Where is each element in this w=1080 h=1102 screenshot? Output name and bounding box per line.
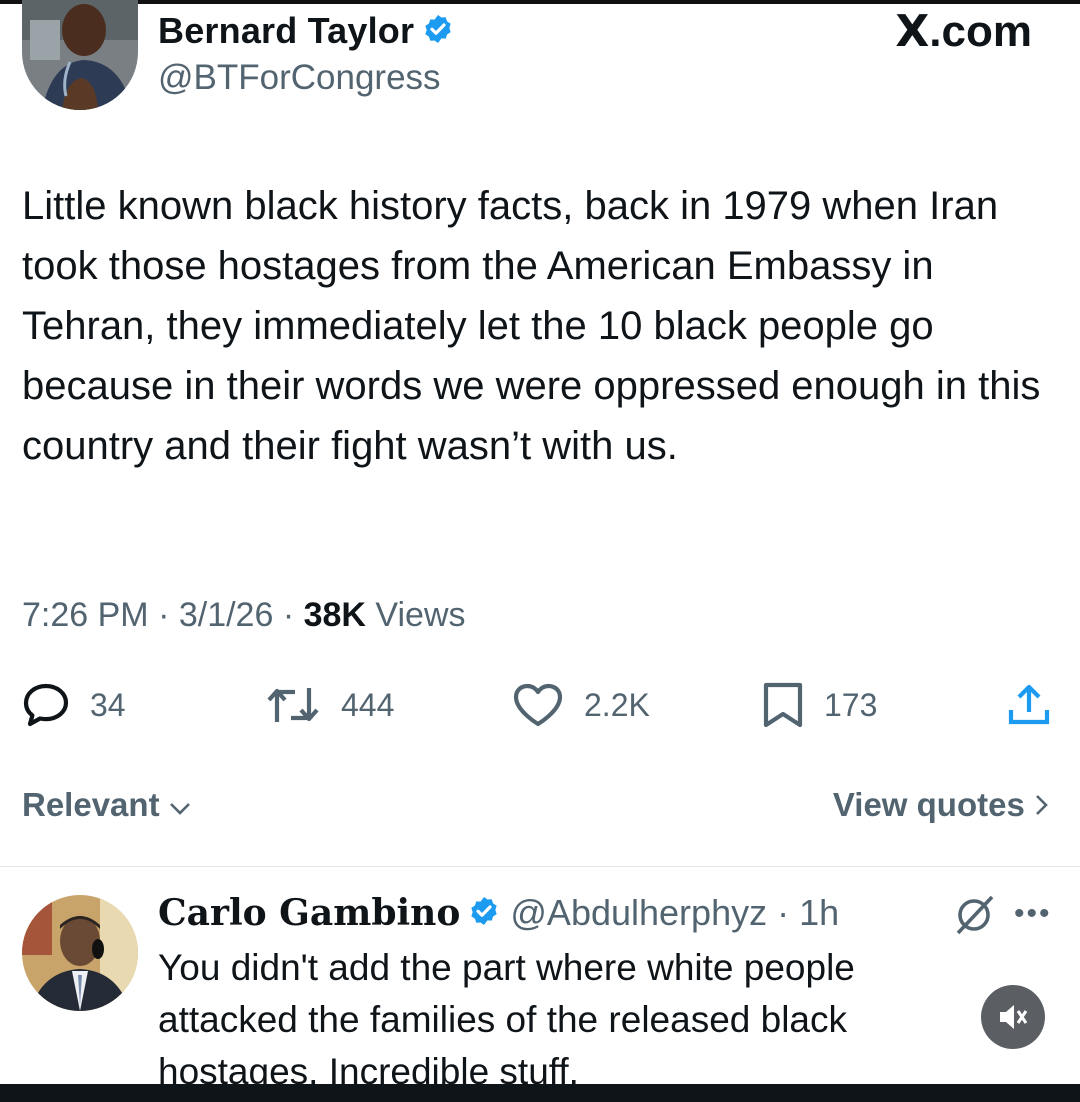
more-dots-icon[interactable]: ••• (1014, 897, 1052, 931)
top-edge-line (0, 0, 1080, 4)
like-count: 2.2K (584, 686, 650, 723)
reply-avatar[interactable] (22, 895, 138, 1011)
chevron-down-icon (169, 786, 191, 823)
reply-text: You didn't add the part where white peop… (158, 947, 855, 1092)
repost-button[interactable]: 444 (265, 680, 394, 730)
like-button[interactable]: 2.2K (512, 680, 650, 730)
tweet-meta: 7:26 PM · 3/1/26 · 38K Views (22, 596, 466, 634)
site-brand: X.com (895, 6, 1032, 57)
reply-age[interactable]: 1h (799, 892, 839, 933)
reply-bubble-icon (23, 683, 69, 727)
author-name[interactable]: Bernard Taylor (158, 10, 454, 54)
brand-suffix: .com (929, 7, 1032, 56)
reply-handle[interactable]: @Abdulherphyz (510, 892, 767, 933)
reply-author-name[interactable]: Carlo Gambino (158, 892, 460, 934)
reply-header: Carlo Gambino @Abdulherphyz · 1h (158, 892, 839, 936)
share-button[interactable] (1006, 680, 1072, 730)
author-avatar[interactable] (22, 0, 138, 110)
bookmark-count: 173 (824, 686, 878, 723)
share-upload-icon (1008, 684, 1050, 725)
mute-button[interactable] (981, 985, 1045, 1049)
x-logo: X (895, 6, 930, 57)
verified-badge-icon (468, 894, 500, 936)
tweet-date[interactable]: 3/1/26 (179, 596, 274, 634)
heart-icon (513, 683, 563, 727)
author-handle[interactable]: @BTForCongress (158, 58, 441, 98)
repost-icon (267, 688, 319, 722)
grok-icon[interactable] (952, 893, 996, 942)
repost-count: 444 (341, 686, 395, 723)
reply-button[interactable]: 34 (22, 680, 126, 730)
bottom-bar (0, 1084, 1080, 1102)
views-label: Views (375, 596, 466, 634)
tweet-time[interactable]: 7:26 PM (22, 596, 149, 634)
sort-replies-dropdown[interactable]: Relevant (22, 786, 191, 824)
bookmark-icon (763, 682, 803, 728)
speaker-muted-icon (1000, 1005, 1028, 1029)
divider (0, 866, 1080, 867)
bookmark-button[interactable]: 173 (762, 680, 877, 730)
views-count: 38K (303, 596, 366, 634)
reply-count: 34 (90, 686, 126, 723)
chevron-right-icon (1034, 786, 1050, 823)
verified-badge-icon (422, 12, 454, 54)
view-quotes-link[interactable]: View quotes (833, 786, 1050, 824)
reply-separator: · (767, 892, 800, 933)
tweet-text: Little known black history facts, back i… (22, 184, 1041, 468)
